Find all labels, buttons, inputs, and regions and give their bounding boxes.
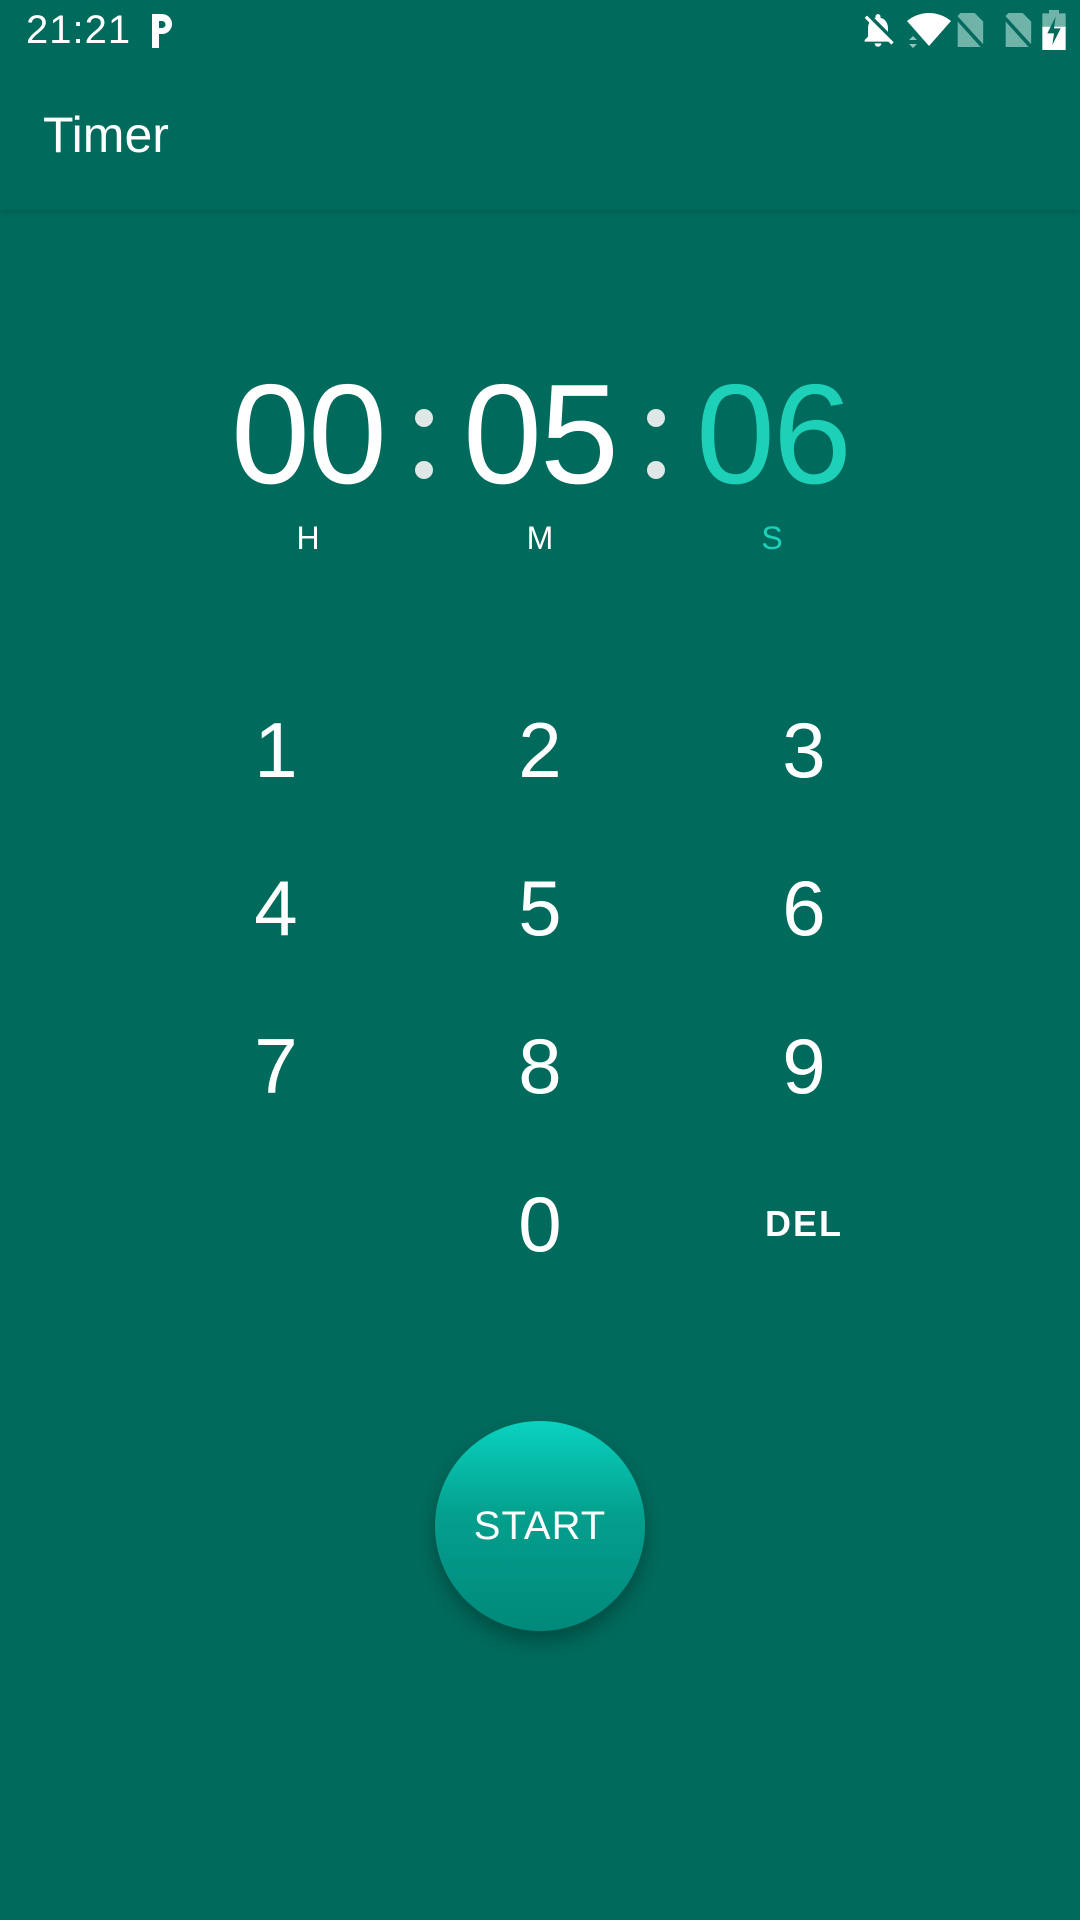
status-time: 21:21	[26, 8, 132, 52]
seconds-label: S	[761, 520, 783, 556]
keypad-key-7[interactable]: 7	[176, 996, 376, 1136]
colon-dot	[647, 409, 665, 427]
keypad-key-3[interactable]: 3	[704, 680, 904, 820]
keypad-key-0[interactable]: 0	[440, 1154, 640, 1294]
keypad-key-2[interactable]: 2	[440, 680, 640, 820]
keypad-key-9[interactable]: 9	[704, 996, 904, 1136]
no-sim-icon	[1001, 13, 1033, 49]
hours-value: 00	[231, 355, 387, 514]
no-sim-icon	[953, 13, 985, 49]
colon-dot	[415, 409, 433, 427]
timer-screen: 21:21 Timer 00 05 06 H M S 1 2 3 4 5 6 7…	[0, 0, 1080, 1920]
minutes-value: 05	[463, 355, 619, 514]
parking-p-icon	[152, 14, 172, 48]
app-bar: Timer	[0, 64, 1080, 210]
hours-label: H	[296, 520, 320, 556]
delete-button[interactable]: DEL	[704, 1154, 904, 1294]
keypad-key-4[interactable]: 4	[176, 838, 376, 978]
battery-charging-icon	[1042, 10, 1066, 50]
colon-dot	[647, 461, 665, 479]
keypad-key-1[interactable]: 1	[176, 680, 376, 820]
status-bar: 21:21	[0, 0, 1080, 64]
keypad-key-5[interactable]: 5	[440, 838, 640, 978]
seconds-value: 06	[696, 355, 852, 514]
timer-display: 00 05 06	[0, 360, 1080, 510]
notifications-off-icon	[864, 14, 894, 47]
keypad-key-8[interactable]: 8	[440, 996, 640, 1136]
minutes-label: M	[526, 520, 554, 556]
wifi-icon	[907, 13, 951, 48]
colon-dot	[415, 461, 433, 479]
start-button[interactable]: START	[435, 1421, 645, 1631]
keypad-key-6[interactable]: 6	[704, 838, 904, 978]
page-title: Timer	[43, 107, 169, 163]
